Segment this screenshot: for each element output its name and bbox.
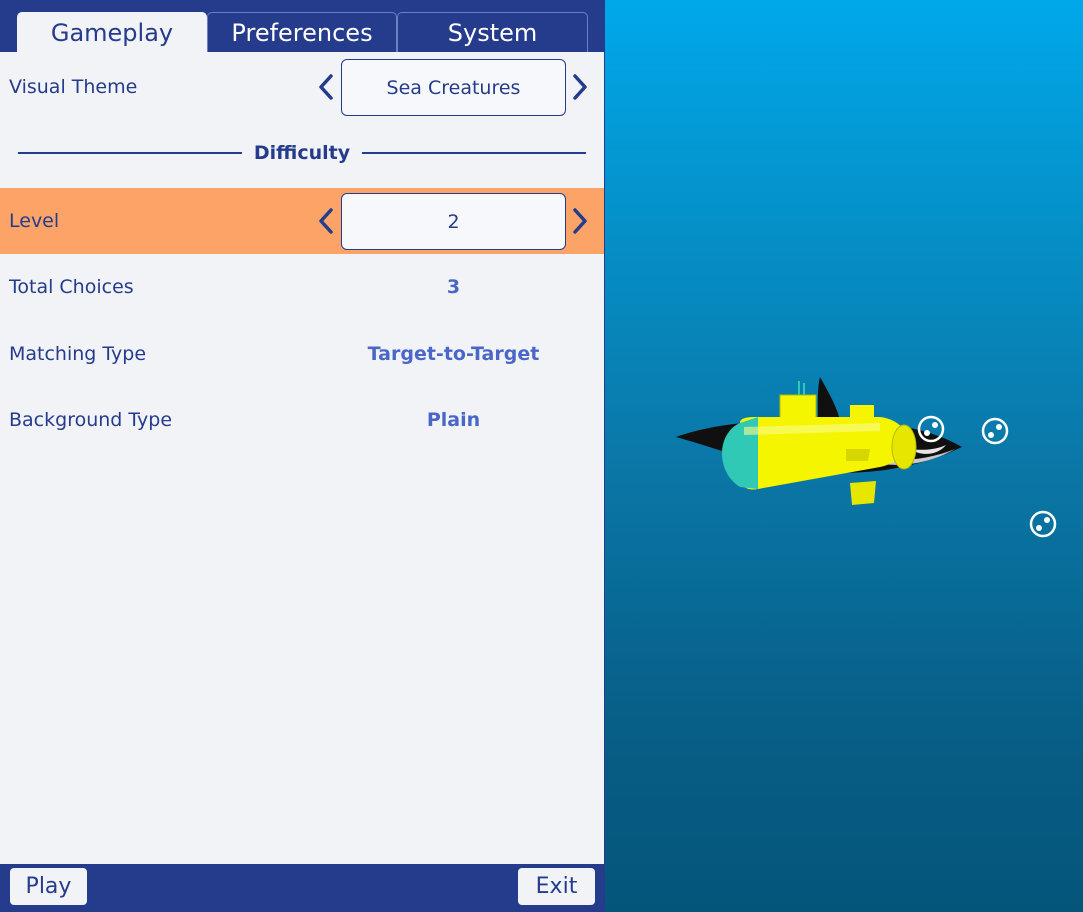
tab-preferences[interactable]: Preferences xyxy=(207,12,397,52)
settings-content: Visual Theme Sea Creatures Difficulty Le… xyxy=(0,52,604,864)
chevron-right-icon xyxy=(573,208,587,234)
game-scene: Gameplay Preferences System Visual Theme… xyxy=(0,0,1083,912)
visual-theme-prev-button[interactable] xyxy=(313,54,339,120)
visual-theme-label: Visual Theme xyxy=(9,76,138,98)
bubble-icon-svg xyxy=(917,415,945,443)
level-label: Level xyxy=(9,210,60,232)
bubble-icon xyxy=(1028,509,1058,543)
tab-bar: Gameplay Preferences System xyxy=(0,0,605,52)
visual-theme-next-button[interactable] xyxy=(567,54,593,120)
level-prev-button[interactable] xyxy=(313,188,339,254)
background-type-label: Background Type xyxy=(9,409,173,431)
chevron-right-icon xyxy=(573,74,587,100)
exit-button[interactable]: Exit xyxy=(518,868,595,905)
total-choices-label: Total Choices xyxy=(9,276,134,298)
difficulty-section-header: Difficulty xyxy=(18,138,586,168)
chevron-left-icon xyxy=(319,74,333,100)
footer-bar: Play Exit xyxy=(0,864,605,912)
matching-type-row: Matching Type Target-to-Target xyxy=(0,321,604,387)
play-button[interactable]: Play xyxy=(10,868,87,905)
level-next-button[interactable] xyxy=(567,188,593,254)
background-type-value: Plain xyxy=(426,409,481,431)
tab-gameplay[interactable]: Gameplay xyxy=(17,12,207,52)
matching-type-label: Matching Type xyxy=(9,343,147,365)
level-row: Level 2 xyxy=(0,188,604,254)
total-choices-row: Total Choices 3 xyxy=(0,254,604,320)
matching-type-value: Target-to-Target xyxy=(367,343,540,365)
visual-theme-select[interactable]: Sea Creatures xyxy=(341,59,566,116)
level-select[interactable]: 2 xyxy=(341,193,566,250)
section-divider-right xyxy=(362,152,586,154)
settings-panel: Gameplay Preferences System Visual Theme… xyxy=(0,0,605,912)
tab-system[interactable]: System xyxy=(397,12,588,52)
bubble-icon-svg xyxy=(981,417,1009,445)
bubble-icon xyxy=(916,414,946,448)
background-type-row: Background Type Plain xyxy=(0,387,604,453)
bubble-icon xyxy=(980,416,1010,450)
chevron-left-icon xyxy=(319,208,333,234)
total-choices-value: 3 xyxy=(446,276,461,298)
visual-theme-row: Visual Theme Sea Creatures xyxy=(0,54,604,120)
difficulty-section-title: Difficulty xyxy=(253,142,351,164)
section-divider-left xyxy=(18,152,242,154)
bubble-icon-svg xyxy=(1029,510,1057,538)
